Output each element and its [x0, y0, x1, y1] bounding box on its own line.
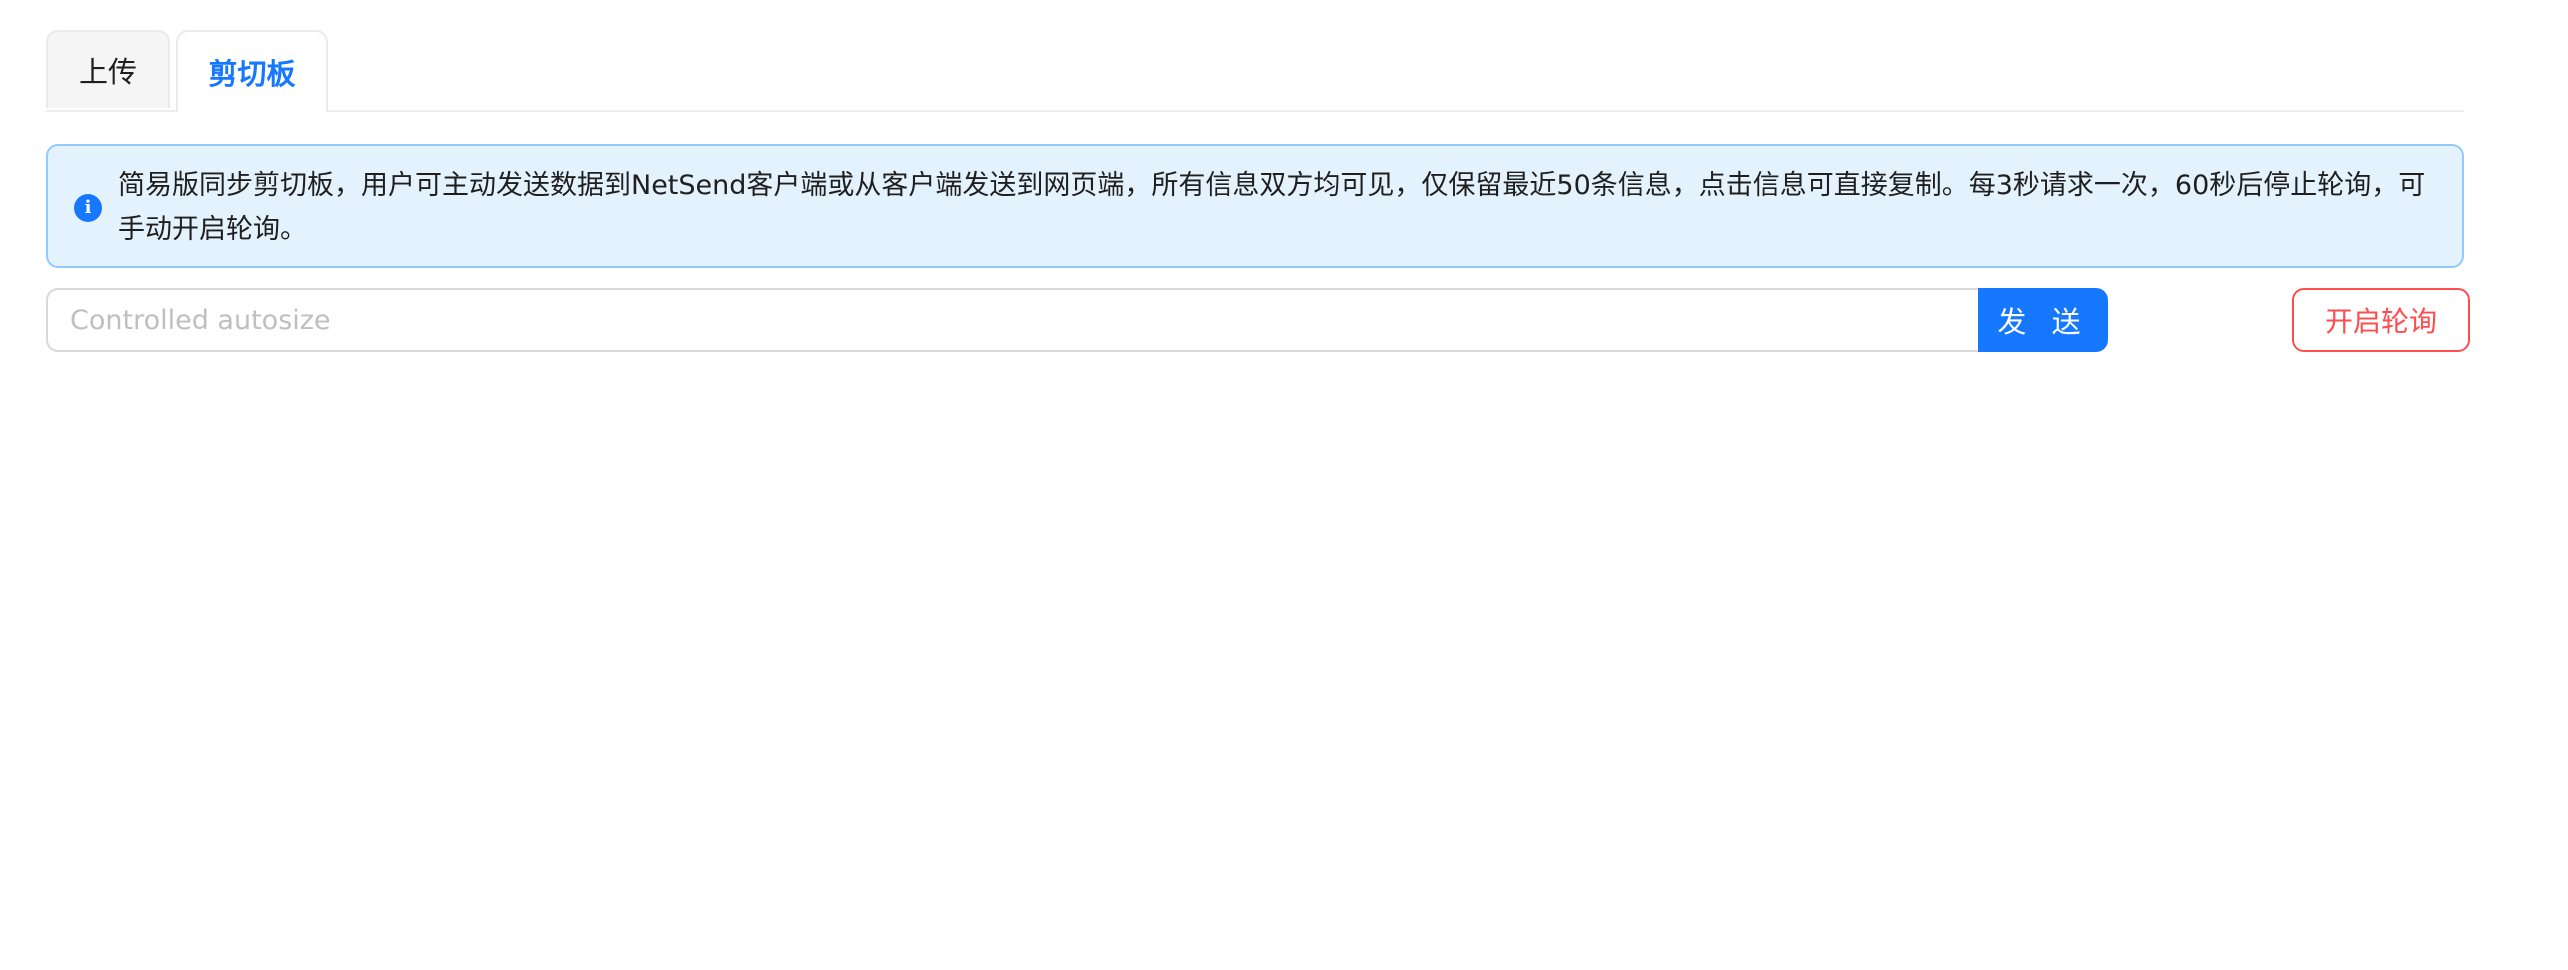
- tab-clipboard[interactable]: 剪切板: [176, 30, 328, 112]
- tab-upload[interactable]: 上传: [46, 30, 170, 108]
- info-alert: i 简易版同步剪切板，用户可主动发送数据到NetSend客户端或从客户端发送到网…: [46, 144, 2464, 268]
- tab-upload-label: 上传: [78, 55, 137, 89]
- tab-clipboard-label: 剪切板: [208, 57, 296, 91]
- tab-bar: 上传 剪切板: [46, 30, 2464, 112]
- message-input-wrapper: [46, 288, 1978, 352]
- start-polling-button[interactable]: 开启轮询: [2292, 288, 2470, 352]
- message-input[interactable]: [48, 290, 1978, 350]
- send-button[interactable]: 发 送: [1978, 288, 2108, 352]
- clipboard-page: 上传 剪切板 i 简易版同步剪切板，用户可主动发送数据到NetSend客户端或从…: [0, 0, 2568, 970]
- info-icon: i: [74, 194, 102, 222]
- alert-message: 简易版同步剪切板，用户可主动发送数据到NetSend客户端或从客户端发送到网页端…: [118, 170, 2426, 245]
